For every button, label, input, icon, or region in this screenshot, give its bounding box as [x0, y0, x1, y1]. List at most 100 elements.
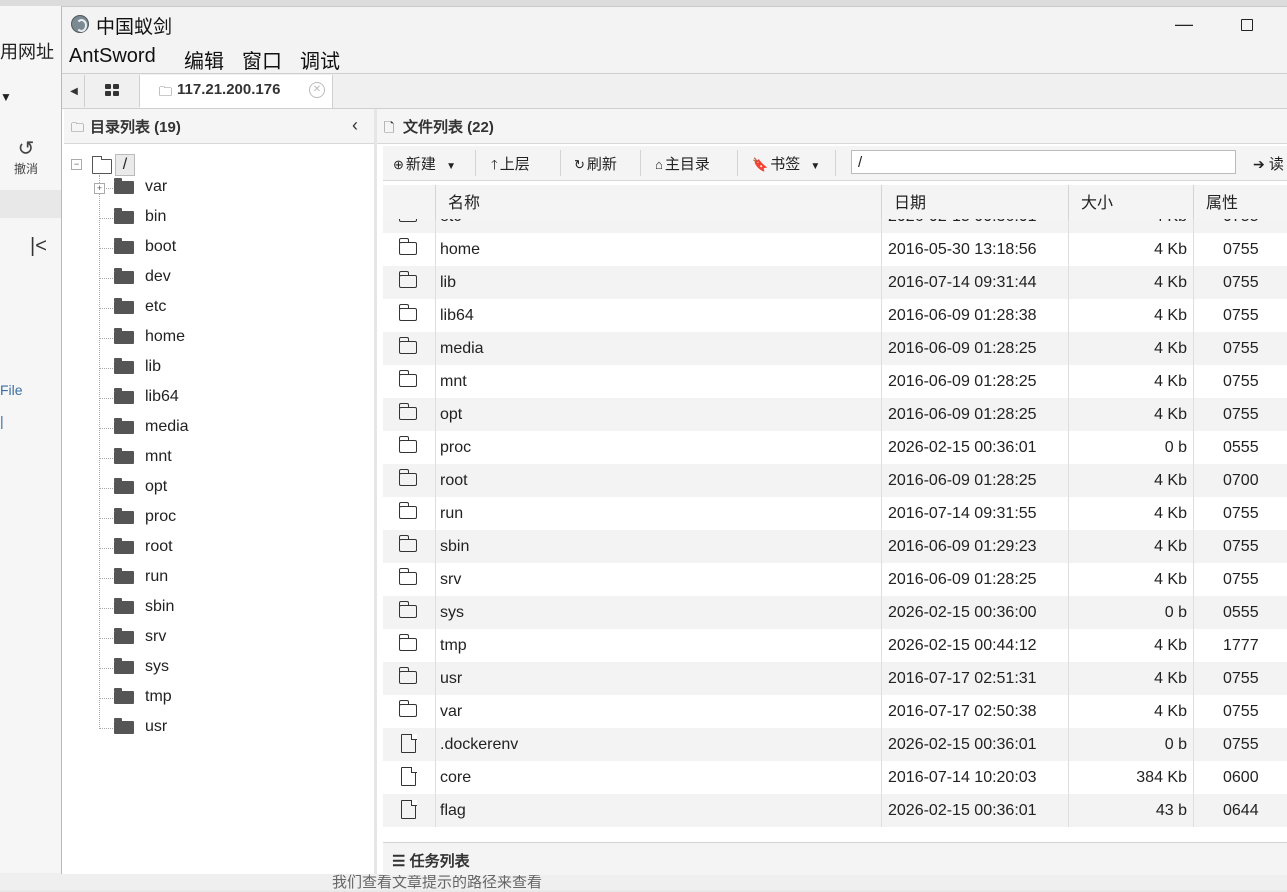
folder-icon: [398, 568, 417, 585]
file-type-cell: [383, 761, 435, 794]
file-perm: 1777: [1193, 629, 1287, 662]
file-row[interactable]: core 2016-07-14 10:20:03 384 Kb 0600: [383, 761, 1287, 794]
file-size: 4 Kb: [1068, 530, 1193, 563]
file-row[interactable]: srv 2016-06-09 01:28:25 4 Kb 0755: [383, 563, 1287, 596]
home-label: 主目录: [664, 156, 710, 173]
tree-item-label: tmp: [145, 688, 172, 705]
folder-icon: [114, 358, 134, 374]
file-row[interactable]: .dockerenv 2026-02-15 00:36:01 0 b 0755: [383, 728, 1287, 761]
file-row[interactable]: mnt 2016-06-09 01:28:25 4 Kb 0755: [383, 365, 1287, 398]
file-name: srv: [435, 563, 881, 596]
background-dropdown-caret-icon: ▼: [0, 90, 12, 104]
new-button[interactable]: ⊕ 新建 ▼: [393, 153, 456, 174]
folder-icon: [114, 448, 134, 464]
tab-scroll-left-icon[interactable]: ◀: [64, 75, 85, 107]
refresh-button[interactable]: ↻ 刷新: [574, 153, 617, 174]
file-date: 2016-07-14 09:31:55: [881, 497, 1068, 530]
file-date: 2026-02-15 00:36:00: [881, 596, 1068, 629]
file-type-cell: [383, 233, 435, 266]
file-name: core: [435, 761, 881, 794]
minimize-button[interactable]: —: [1162, 9, 1206, 39]
folder-icon: [114, 718, 134, 734]
background-page-bottom: 我们查看文章提示的路径来查看: [0, 873, 1287, 891]
menu-antsword[interactable]: AntSword: [69, 45, 156, 68]
tree-branch-line: [99, 518, 113, 519]
toolbar-divider: [475, 150, 476, 176]
background-undo-button[interactable]: ↺ 撤消: [10, 138, 42, 177]
collapse-chevron-icon[interactable]: ‹: [352, 115, 358, 136]
tab-host[interactable]: 🗀 117.21.200.176 ✕: [140, 75, 333, 108]
file-perm: 0755: [1193, 365, 1287, 398]
file-row[interactable]: usr 2016-07-17 02:51:31 4 Kb 0755: [383, 662, 1287, 695]
tree-item-label: etc: [145, 298, 167, 315]
list-icon: ☰: [392, 853, 406, 870]
file-row[interactable]: etc2026-02-15 00:36:014 Kb0755: [383, 219, 1287, 233]
background-file-link[interactable]: File: [0, 382, 23, 398]
file-date: 2026-02-15 00:44:12: [881, 629, 1068, 662]
file-type-cell: [383, 794, 435, 827]
file-perm: 0700: [1193, 464, 1287, 497]
column-size[interactable]: 大小: [1068, 185, 1193, 219]
file-row[interactable]: tmp 2026-02-15 00:44:12 4 Kb 1777: [383, 629, 1287, 662]
bookmark-icon: 🔖: [752, 157, 769, 172]
tree-branch-line: [99, 248, 113, 249]
tree-branch-line: [99, 728, 113, 729]
tab-home-grid[interactable]: [85, 75, 140, 107]
read-path-button[interactable]: ➔ 读: [1253, 153, 1284, 174]
arrow-right-icon: ➔: [1253, 156, 1265, 172]
file-size: 4 Kb: [1068, 662, 1193, 695]
up-button[interactable]: 🡑 上层: [491, 153, 530, 178]
file-name: run: [435, 497, 881, 530]
arrow-up-icon: 🡑: [491, 157, 498, 172]
tree-guide-line: [99, 175, 100, 729]
file-row[interactable]: proc 2026-02-15 00:36:01 0 b 0555: [383, 431, 1287, 464]
file-row[interactable]: flag 2026-02-15 00:36:01 43 b 0644: [383, 794, 1287, 827]
file-size: 4 Kb: [1068, 563, 1193, 596]
file-date: 2016-06-09 01:28:25: [881, 464, 1068, 497]
file-type-cell: [383, 662, 435, 695]
bookmark-button[interactable]: 🔖 书签 ▼: [752, 153, 820, 174]
menu-edit[interactable]: 编辑: [184, 45, 224, 74]
file-row[interactable]: opt 2016-06-09 01:28:25 4 Kb 0755: [383, 398, 1287, 431]
file-panel: 🗋 文件列表 (22) ⊕ 新建 ▼ 🡑 上层 ↻ 刷新 ⌂ 主目录 🔖 书签 ▼ / ➔…: [377, 109, 1287, 875]
file-row[interactable]: lib64 2016-06-09 01:28:38 4 Kb 0755: [383, 299, 1287, 332]
column-name[interactable]: 名称: [435, 185, 881, 219]
open-folder-icon: [92, 156, 112, 174]
file-name: mnt: [435, 365, 881, 398]
folder-icon: [114, 538, 134, 554]
column-date[interactable]: 日期: [881, 185, 1068, 219]
file-row[interactable]: media 2016-06-09 01:28:25 4 Kb 0755: [383, 332, 1287, 365]
menu-debug[interactable]: 调试: [300, 45, 340, 74]
collapse-left-icon[interactable]: |<: [30, 235, 47, 258]
file-row[interactable]: sys 2026-02-15 00:36:00 0 b 0555: [383, 596, 1287, 629]
tree-collapse-icon[interactable]: −: [71, 159, 82, 170]
tree-expand-icon[interactable]: +: [94, 183, 105, 194]
file-name: flag: [435, 794, 881, 827]
file-row[interactable]: var 2016-07-17 02:50:38 4 Kb 0755: [383, 695, 1287, 728]
path-input[interactable]: /: [851, 150, 1236, 174]
file-date: 2016-06-09 01:28:38: [881, 299, 1068, 332]
maximize-button[interactable]: [1222, 9, 1266, 39]
tree-item-label: opt: [145, 478, 168, 495]
menu-window[interactable]: 窗口: [242, 45, 282, 74]
column-perm[interactable]: 属性: [1193, 185, 1287, 219]
directory-panel-header: 🗀 目录列表 (19) ‹: [64, 109, 374, 144]
tree-branch-line: [99, 458, 113, 459]
title-bar[interactable]: 中国蚁剑 —: [62, 7, 1287, 41]
home-dir-button[interactable]: ⌂ 主目录: [655, 153, 710, 174]
file-row[interactable]: lib 2016-07-14 09:31:44 4 Kb 0755: [383, 266, 1287, 299]
folder-icon: [114, 568, 134, 584]
file-perm: 0755: [1193, 662, 1287, 695]
tree-item-label: boot: [145, 238, 177, 255]
file-perm: 0755: [1193, 695, 1287, 728]
tab-close-icon[interactable]: ✕: [309, 82, 325, 98]
file-row[interactable]: sbin 2016-06-09 01:29:23 4 Kb 0755: [383, 530, 1287, 563]
folder-icon: [114, 238, 134, 254]
tree-item-label: lib: [145, 358, 162, 375]
file-row[interactable]: root 2016-06-09 01:28:25 4 Kb 0700: [383, 464, 1287, 497]
file-row[interactable]: home 2016-05-30 13:18:56 4 Kb 0755: [383, 233, 1287, 266]
file-icon: [401, 766, 417, 786]
file-size: 4 Kb: [1068, 365, 1193, 398]
file-row[interactable]: run 2016-07-14 09:31:55 4 Kb 0755: [383, 497, 1287, 530]
task-panel[interactable]: ☰ 任务列表: [383, 842, 1287, 875]
